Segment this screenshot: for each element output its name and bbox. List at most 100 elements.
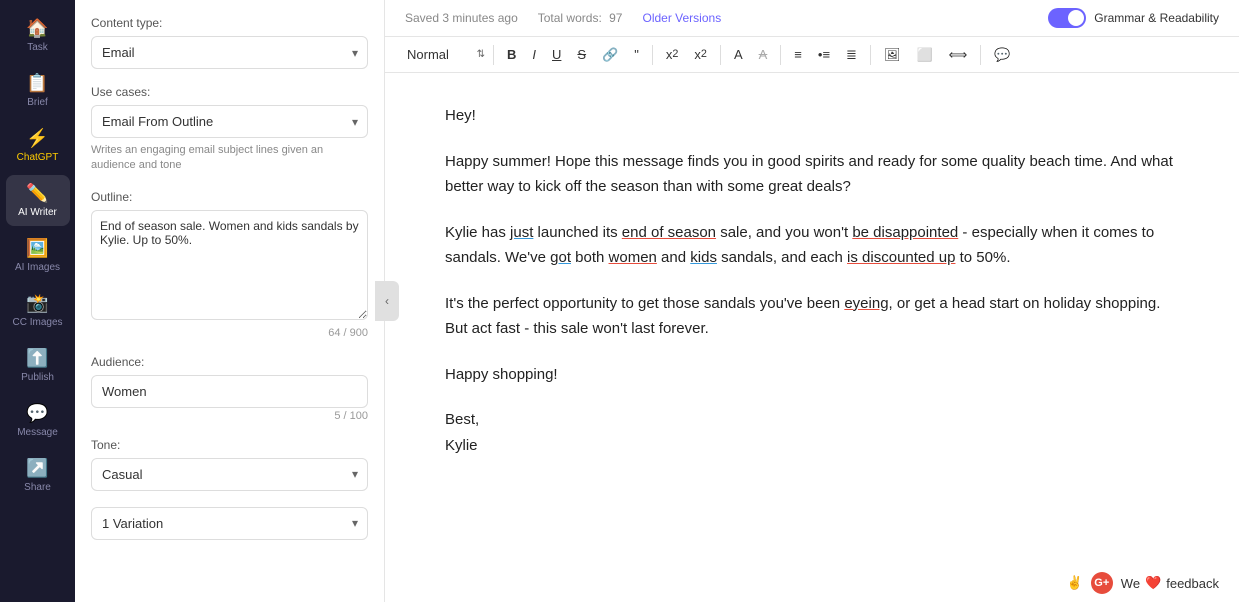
editor-header: Saved 3 minutes ago Total words: 97 Olde… — [385, 0, 1239, 37]
outline-char-count: 64 / 900 — [91, 327, 368, 339]
ordered-list-button[interactable]: ≡ — [787, 44, 809, 65]
use-cases-select[interactable]: Email From Outline Email Subject Line We… — [91, 105, 368, 138]
sidebar-item-chatgpt[interactable]: ⚡ ChatGPT — [6, 120, 70, 171]
cc-images-icon: 📸 — [26, 293, 48, 314]
align-button[interactable]: ≣ — [839, 44, 864, 65]
feedback-label-we: We — [1121, 576, 1140, 591]
left-panel: Content type: Email Blog Post Social Med… — [75, 0, 385, 602]
grammar-label: Grammar & Readability — [1094, 11, 1219, 25]
content-type-section: Content type: Email Blog Post Social Med… — [91, 16, 368, 69]
grammar-span-just: just — [510, 224, 533, 241]
message-icon: 💬 — [26, 403, 48, 424]
content-type-select[interactable]: Email Blog Post Social Media — [91, 36, 368, 69]
link-button[interactable]: 🔗 — [595, 44, 625, 65]
left-panel-wrap: Content type: Email Blog Post Social Med… — [75, 0, 385, 602]
underline-button[interactable]: U — [545, 44, 568, 65]
strikethrough-button[interactable]: S — [570, 44, 593, 65]
paragraph-2: Happy summer! Hope this message finds yo… — [445, 149, 1179, 200]
superscript-button[interactable]: x2 — [687, 44, 714, 65]
grammar-span-disappointed: be disappointed — [852, 224, 958, 241]
footer-emoji-1: ✌️ — [1067, 575, 1083, 591]
paragraph-4: It's the perfect opportunity to get thos… — [445, 291, 1179, 342]
tone-select-wrap: Casual Formal Friendly Professional — [91, 458, 368, 491]
sidebar-item-task[interactable]: 🏠 Task — [6, 10, 70, 61]
image-button[interactable]: 🖼 — [877, 44, 908, 65]
sidebar-item-publish[interactable]: ⬆️ Publish — [6, 340, 70, 391]
sidebar-item-cc-images[interactable]: 📸 CC Images — [6, 285, 70, 336]
task-icon: 🏠 — [26, 18, 48, 39]
use-cases-label: Use cases: — [91, 85, 368, 99]
outline-section: Outline: End of season sale. Women and k… — [91, 190, 368, 339]
grammar-span-discounted: is discounted up — [847, 249, 955, 266]
content-type-select-wrap: Email Blog Post Social Media — [91, 36, 368, 69]
content-type-label: Content type: — [91, 16, 368, 30]
audience-input[interactable] — [91, 375, 368, 408]
footer-emoji-2: G+ — [1091, 572, 1113, 594]
toolbar-separator-6 — [980, 45, 981, 65]
audience-section: Audience: 5 / 100 — [91, 355, 368, 422]
feedback-label-text: feedback — [1166, 576, 1219, 591]
grammar-span-kids: kids — [690, 249, 717, 266]
sidebar-item-brief[interactable]: 📋 Brief — [6, 65, 70, 116]
embed-button[interactable]: ⟺ — [942, 44, 975, 65]
sidebar-item-ai-writer[interactable]: ✏️ AI Writer — [6, 175, 70, 226]
tone-section: Tone: Casual Formal Friendly Professiona… — [91, 438, 368, 491]
toolbar-separator-4 — [780, 45, 781, 65]
grammar-span-got: got — [550, 249, 571, 266]
variation-section: 1 Variation 2 Variations 3 Variations — [91, 507, 368, 540]
feedback-button[interactable]: We ❤️ feedback — [1121, 575, 1219, 591]
grammar-toggle-area: Grammar & Readability — [1048, 8, 1219, 28]
paragraph-5: Happy shopping! — [445, 362, 1179, 388]
sidebar-item-message[interactable]: 💬 Message — [6, 395, 70, 446]
brief-icon: 📋 — [26, 73, 48, 94]
sidebar-item-share[interactable]: ↗️ Share — [6, 450, 70, 501]
format-select-group: Normal Heading 1 Heading 2 Heading 3 — [401, 43, 487, 66]
format-select[interactable]: Normal Heading 1 Heading 2 Heading 3 — [401, 43, 487, 66]
tone-select[interactable]: Casual Formal Friendly Professional — [91, 458, 368, 491]
toolbar-separator-3 — [720, 45, 721, 65]
tone-label: Tone: — [91, 438, 368, 452]
editor-toolbar: Normal Heading 1 Heading 2 Heading 3 B I… — [385, 37, 1239, 73]
table-button[interactable]: ⬜ — [909, 44, 939, 65]
subscript-button[interactable]: x2 — [659, 44, 686, 65]
paragraph-3: Kylie has just launched its end of seaso… — [445, 220, 1179, 271]
paragraph-6: Best,Kylie — [445, 407, 1179, 458]
highlight-button[interactable]: A — [752, 44, 775, 65]
sidebar: 🏠 Task 📋 Brief ⚡ ChatGPT ✏️ AI Writer 🖼️… — [0, 0, 75, 602]
header-left: Saved 3 minutes ago Total words: 97 Olde… — [405, 11, 721, 25]
word-count: Total words: 97 — [538, 11, 623, 25]
outline-label: Outline: — [91, 190, 368, 204]
share-icon: ↗️ — [26, 458, 48, 479]
grammar-span-eyeing: eyeing — [844, 295, 888, 312]
sidebar-item-ai-images[interactable]: 🖼️ AI Images — [6, 230, 70, 281]
quote-button[interactable]: " — [627, 44, 646, 65]
older-versions-link[interactable]: Older Versions — [642, 11, 721, 25]
saved-status: Saved 3 minutes ago — [405, 11, 518, 25]
toolbar-separator-1 — [493, 45, 494, 65]
ai-images-icon: 🖼️ — [26, 238, 48, 259]
variation-select-wrap: 1 Variation 2 Variations 3 Variations — [91, 507, 368, 540]
bold-button[interactable]: B — [500, 44, 523, 65]
ai-writer-icon: ✏️ — [26, 183, 48, 204]
outline-textarea[interactable]: End of season sale. Women and kids sanda… — [91, 210, 368, 320]
unordered-list-button[interactable]: •≡ — [811, 44, 837, 65]
editor-content[interactable]: Hey! Happy summer! Hope this message fin… — [385, 73, 1239, 602]
footer-bar: ✌️ G+ We ❤️ feedback — [1047, 564, 1239, 602]
font-color-button[interactable]: A — [727, 44, 750, 65]
audience-label: Audience: — [91, 355, 368, 369]
publish-icon: ⬆️ — [26, 348, 48, 369]
toolbar-separator-2 — [652, 45, 653, 65]
collapse-panel-button[interactable]: ‹ — [375, 281, 399, 321]
feedback-heart-icon: ❤️ — [1145, 575, 1161, 591]
italic-button[interactable]: I — [525, 44, 543, 65]
paragraph-1: Hey! — [445, 103, 1179, 129]
grammar-span-women: women — [609, 249, 657, 266]
chatgpt-icon: ⚡ — [26, 128, 48, 149]
grammar-span-eos: end of season — [622, 224, 716, 241]
variation-select[interactable]: 1 Variation 2 Variations 3 Variations — [91, 507, 368, 540]
main-editor-area: Saved 3 minutes ago Total words: 97 Olde… — [385, 0, 1239, 602]
comment-button[interactable]: 💬 — [987, 44, 1017, 65]
use-cases-hint: Writes an engaging email subject lines g… — [91, 143, 368, 174]
grammar-toggle-switch[interactable] — [1048, 8, 1086, 28]
use-cases-select-wrap: Email From Outline Email Subject Line We… — [91, 105, 368, 138]
